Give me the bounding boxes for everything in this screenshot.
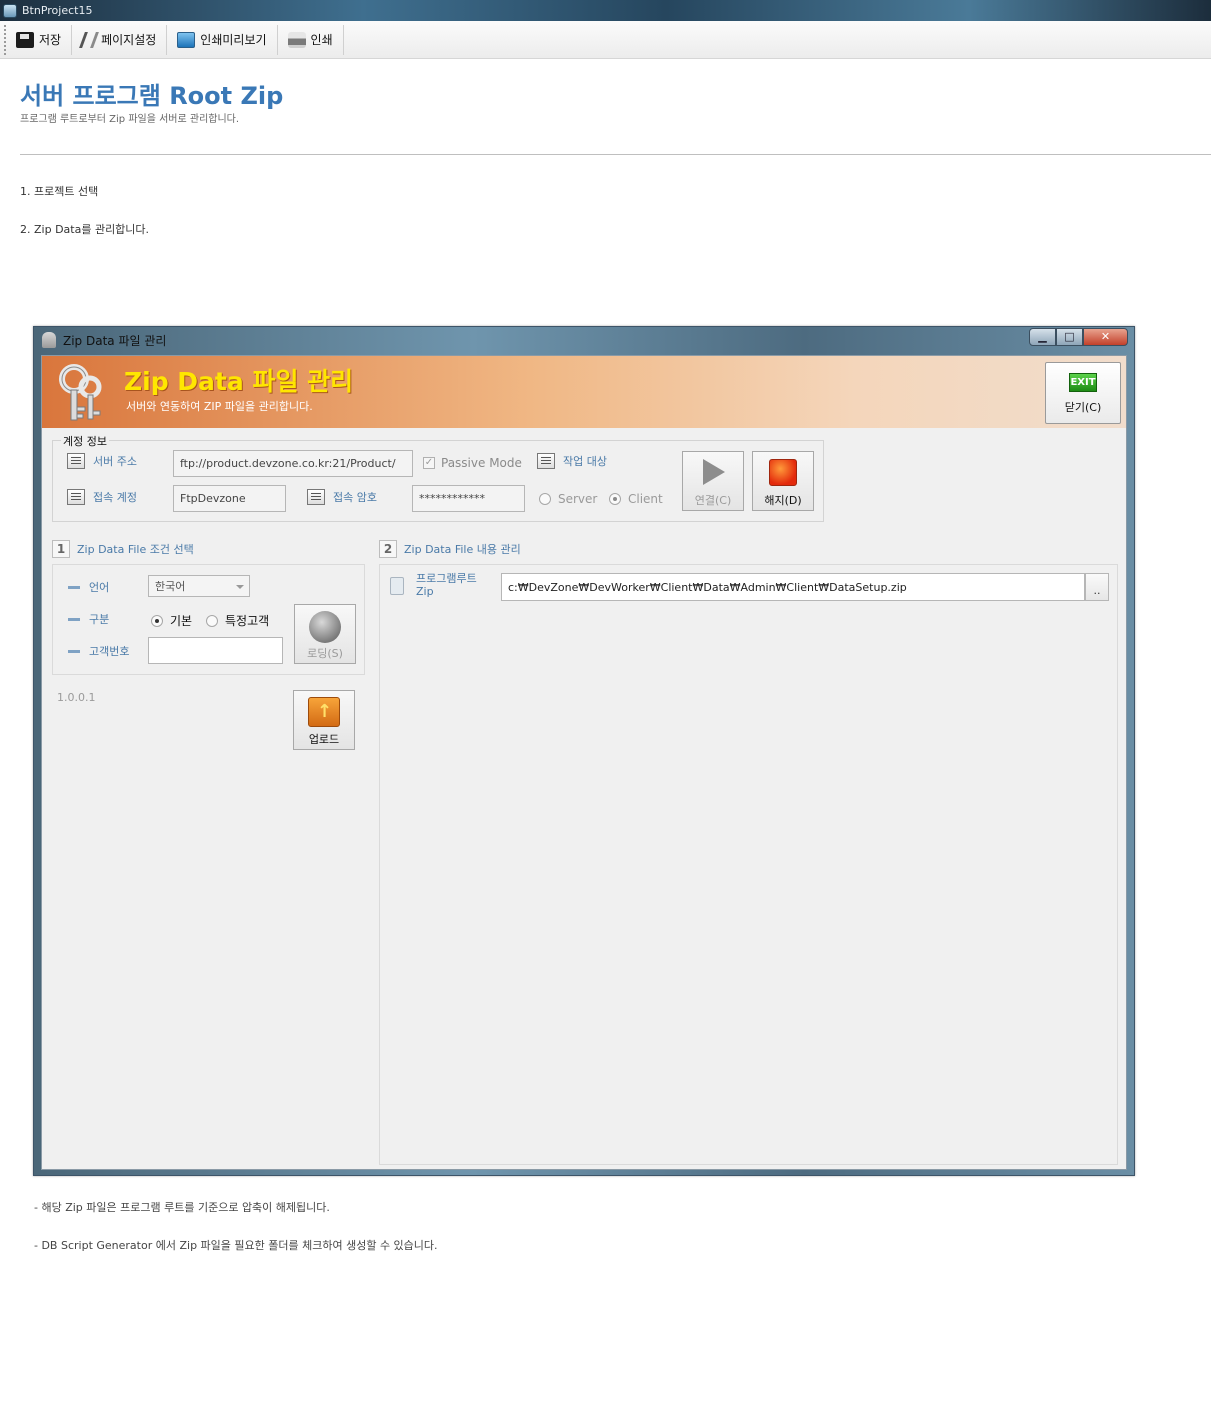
save-label: 저장 [39,33,62,47]
server-address-label: 서버 주소 [67,453,137,469]
divider [20,154,1211,155]
condition-panel: 언어 한국어 구분 기본 특정고객 고객번호 로딩(S) [52,564,365,675]
type-label: 구분 [68,611,109,627]
bullet-icon [68,617,80,621]
language-select[interactable]: 한국어 [148,575,250,597]
file-icon [390,577,404,595]
password-field[interactable]: ************ [412,485,525,512]
step-1: 1. 프로젝트 선택 [20,185,99,198]
page-setup-button[interactable]: 페이지설정 [72,24,168,55]
save-icon [16,31,34,48]
bullet-icon [68,649,80,653]
globe-icon [309,611,341,643]
chevron-down-icon [236,585,244,589]
customer-number-field[interactable] [148,637,283,664]
upload-button[interactable]: 업로드 [293,690,355,750]
page-title: 서버 프로그램 Root Zip [20,82,284,110]
account-id-field[interactable]: FtpDevzone [173,485,286,512]
zip-label: 프로그램루트 Zip [416,572,477,598]
account-group: 계정 정보 서버 주소 ftp://product.devzone.co.kr:… [52,433,824,522]
password-label: 접속 암호 [307,489,377,505]
radio-dot [609,493,621,505]
note-1: - 해당 Zip 파일은 프로그램 루트를 기준으로 압축이 해제됩니다. [34,1201,330,1214]
radio-dot [539,493,551,505]
maximize-button[interactable]: □ [1056,328,1083,346]
passive-mode-checkbox[interactable]: ✓ Passive Mode [423,456,522,470]
page-setup-label: 페이지설정 [101,33,157,47]
app-titlebar: BtnProject15 [0,0,1211,21]
preview-icon [177,31,196,48]
note-2: - DB Script Generator 에서 Zip 파일을 필요한 폴더를… [34,1239,438,1252]
section1-header: 1 Zip Data File 조건 선택 [52,540,194,558]
minimize-button[interactable]: ▁ [1029,328,1056,346]
section1-title: Zip Data File 조건 선택 [77,543,194,556]
disconnect-button[interactable]: 해지(D) [752,451,814,511]
radio-server[interactable]: Server [539,492,597,506]
toolbar: 저장 페이지설정 인쇄미리보기 인쇄 [0,21,1211,59]
window-icon [42,332,56,348]
field-icon [67,489,85,505]
window-titlebar: Zip Data 파일 관리 [34,327,1134,353]
target-label: 작업 대상 [537,453,607,469]
content-panel: 프로그램루트 Zip c:₩DevZone₩DevWorker₩Client₩D… [379,564,1118,1165]
section2-header: 2 Zip Data File 내용 관리 [379,540,521,558]
page-subtitle: 프로그램 루트로부터 Zip 파일을 서버로 관리합니다. [20,114,240,125]
server-address-field[interactable]: ftp://product.devzone.co.kr:21/Product/ [173,450,413,477]
customer-number-label: 고객번호 [68,643,129,659]
app-title: BtnProject15 [22,4,93,17]
zip-path-field[interactable]: c:₩DevZone₩DevWorker₩Client₩Data₩Admin₩C… [501,573,1085,601]
radio-dot [206,614,218,627]
close-exit-button[interactable]: EXIT 닫기(C) [1045,362,1121,424]
field-icon [67,453,85,469]
field-icon [537,453,555,469]
account-id-label: 접속 계정 [67,489,137,505]
app-icon [3,3,17,18]
browse-button[interactable]: .. [1085,573,1109,601]
version-text: 1.0.0.1 [57,691,96,704]
section1-number: 1 [52,540,70,558]
window-title: Zip Data 파일 관리 [63,333,167,348]
field-icon [307,489,325,505]
account-legend: 계정 정보 [61,433,109,449]
radio-dot [151,614,163,627]
upload-box-icon [308,697,340,727]
language-label: 언어 [68,579,109,595]
radio-custom[interactable]: 특정고객 [206,612,269,629]
banner-title: Zip Data 파일 관리 [124,367,354,396]
print-button[interactable]: 인쇄 [278,24,344,55]
window-controls: ▁ □ ✕ [1029,328,1128,346]
bullet-icon [68,585,80,589]
exit-label: 닫기(C) [1064,401,1102,414]
banner-subtitle: 서버와 연동하여 ZIP 파일을 관리합니다. [126,400,313,413]
exit-icon: EXIT [1069,373,1097,392]
section2-title: Zip Data File 내용 관리 [404,543,521,556]
close-button[interactable]: ✕ [1083,328,1128,346]
window-client: Zip Data 파일 관리 서버와 연동하여 ZIP 파일을 관리합니다. E… [41,355,1127,1170]
zip-data-window: Zip Data 파일 관리 ▁ □ ✕ Zip Data 파일 관리 서버와 … [33,326,1135,1176]
stop-icon [769,459,797,486]
tools-icon [79,31,100,48]
save-button[interactable]: 저장 [4,24,73,55]
print-label: 인쇄 [310,33,333,47]
keys-icon [59,364,102,421]
print-preview-button[interactable]: 인쇄미리보기 [167,24,278,55]
step-2: 2. Zip Data를 관리합니다. [20,223,150,236]
printer-icon [287,31,306,48]
load-button[interactable]: 로딩(S) [294,604,356,664]
checkbox-mark: ✓ [423,457,435,469]
print-preview-label: 인쇄미리보기 [200,33,267,47]
connect-button[interactable]: 연결(C) [682,451,744,511]
passive-mode-label: Passive Mode [441,456,522,470]
radio-client[interactable]: Client [609,492,663,506]
section2-number: 2 [379,540,397,558]
play-icon [703,459,725,485]
banner: Zip Data 파일 관리 서버와 연동하여 ZIP 파일을 관리합니다. E… [42,356,1126,428]
radio-basic[interactable]: 기본 [151,612,192,629]
